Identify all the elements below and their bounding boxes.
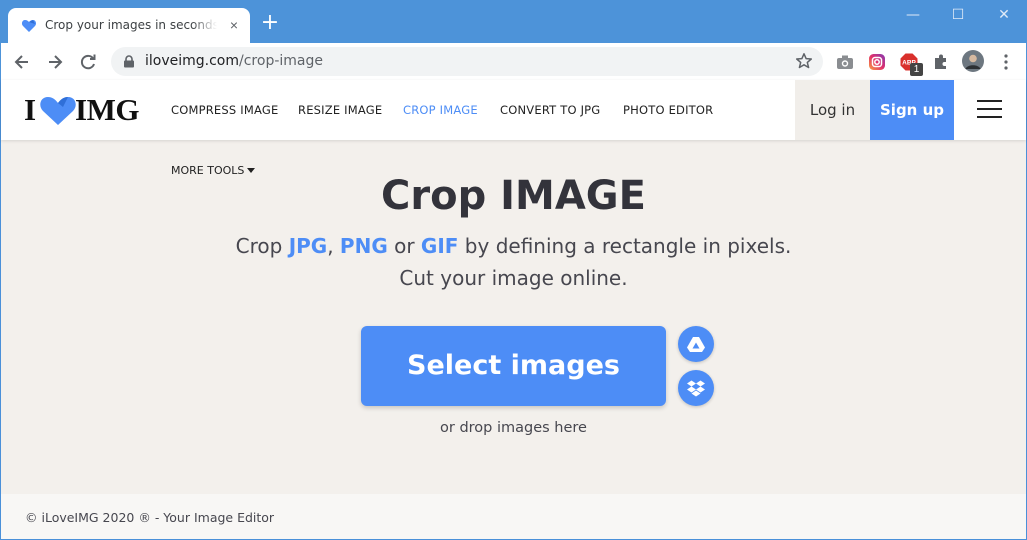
url-text: iloveimg.com/crop-image [145, 53, 323, 69]
nav-crop-image[interactable]: CROP IMAGE [403, 103, 478, 117]
format-jpg: JPG [288, 234, 328, 258]
hamburger-menu-icon[interactable] [977, 100, 1002, 119]
address-bar[interactable]: iloveimg.com/crop-image [111, 47, 823, 76]
new-tab-button[interactable]: + [260, 12, 280, 34]
subtitle-suffix: by defining a rectangle in pixels. [458, 234, 792, 258]
page-subtitle: Crop JPG, PNG or GIF by defining a recta… [1, 230, 1026, 294]
subtitle-sep-2: or [387, 234, 421, 258]
signup-button[interactable]: Sign up [870, 80, 954, 140]
subtitle-prefix: Crop [235, 234, 289, 258]
back-arrow-icon[interactable] [11, 51, 33, 73]
dropbox-icon [687, 380, 705, 397]
logo-letter-i: I [24, 92, 36, 127]
page-content: I IMG COMPRESS IMAGE RESIZE IMAGE CROP I… [1, 80, 1026, 539]
logo-word-img: IMG [75, 92, 139, 127]
reload-icon[interactable] [77, 51, 99, 73]
tab-close-icon[interactable]: × [226, 17, 242, 33]
subtitle-sep-1: , [327, 234, 340, 258]
google-drive-icon [687, 337, 705, 352]
profile-avatar[interactable] [962, 50, 984, 72]
site-header: I IMG COMPRESS IMAGE RESIZE IMAGE CROP I… [1, 80, 1026, 140]
format-png: PNG [339, 234, 388, 258]
page-title: Crop IMAGE [381, 173, 646, 219]
footer-copyright: © iLoveIMG 2020 ® - Your Image Editor [25, 510, 275, 525]
nav-photo-editor[interactable]: PHOTO EDITOR [623, 103, 713, 117]
browser-tab[interactable]: Crop your images in seconds for free × [8, 8, 250, 43]
dropbox-button[interactable] [678, 370, 714, 406]
site-footer: © iLoveIMG 2020 ® - Your Image Editor [1, 494, 1026, 539]
bookmark-star-icon[interactable] [795, 52, 813, 70]
maximize-button[interactable]: ☐ [935, 0, 981, 30]
drop-images-hint: or drop images here [440, 420, 587, 436]
login-button[interactable]: Log in [795, 80, 870, 140]
nav-convert-to-jpg[interactable]: CONVERT TO JPG [500, 103, 600, 117]
subtitle-line-2: Cut your image online. [399, 266, 628, 290]
adblock-badge: 1 [910, 63, 923, 76]
close-window-button[interactable]: ✕ [981, 0, 1027, 30]
browser-titlebar: Crop your images in seconds for free × +… [0, 0, 1027, 43]
nav-resize-image[interactable]: RESIZE IMAGE [298, 103, 382, 117]
kebab-menu-icon[interactable] [996, 52, 1016, 72]
url-path: /crop-image [239, 53, 323, 69]
heart-logo-icon [40, 97, 76, 125]
tab-title: Crop your images in seconds for free [45, 18, 217, 32]
format-gif: GIF [420, 234, 459, 258]
forward-arrow-icon[interactable] [44, 51, 66, 73]
select-images-button[interactable]: Select images [361, 326, 666, 406]
subtitle-line-1: Crop JPG, PNG or GIF by defining a recta… [1, 230, 1026, 262]
browser-toolbar: iloveimg.com/crop-image ABP 1 [0, 43, 1027, 80]
minimize-button[interactable]: — [890, 0, 936, 30]
puzzle-icon[interactable] [931, 52, 951, 72]
lock-icon [124, 55, 134, 68]
nav-compress-image[interactable]: COMPRESS IMAGE [171, 103, 278, 117]
camera-icon[interactable] [835, 52, 855, 72]
iloveimg-favicon-icon [21, 20, 37, 32]
instagram-icon[interactable] [867, 52, 887, 72]
url-domain: iloveimg.com [145, 53, 240, 69]
google-drive-button[interactable] [678, 326, 714, 362]
